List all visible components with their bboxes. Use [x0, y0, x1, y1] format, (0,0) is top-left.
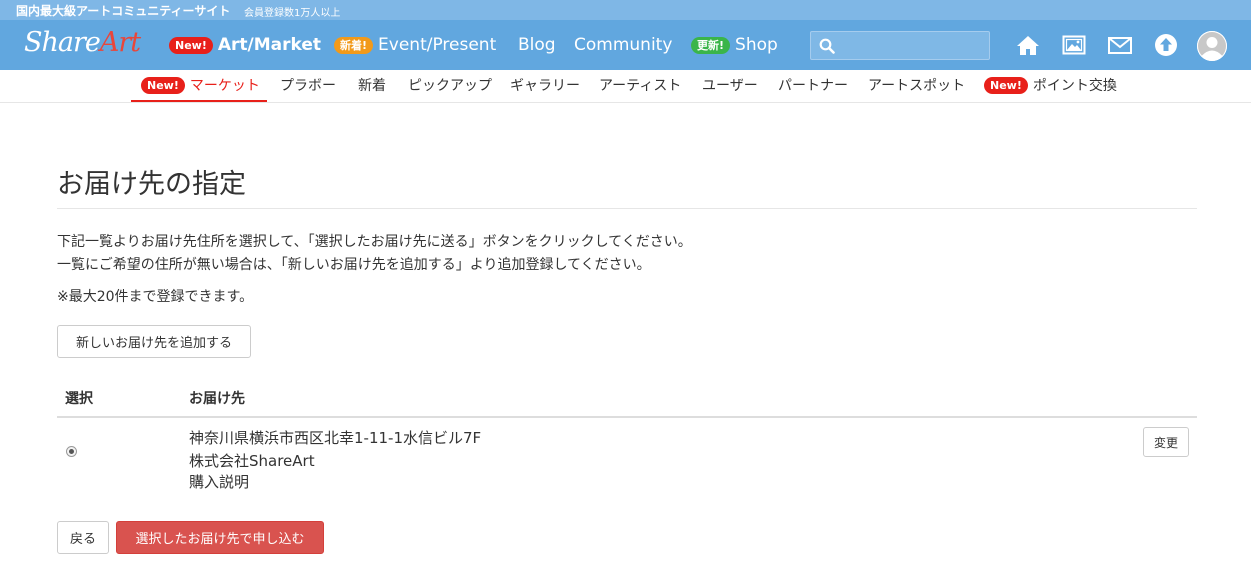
updated-badge: 更新!	[691, 36, 731, 54]
top-info-bar: 国内最大級アートコミュニティーサイト 会員登録数1万人以上	[0, 0, 1251, 20]
site-tagline: 国内最大級アートコミュニティーサイト	[16, 4, 231, 18]
new-badge: New!	[984, 76, 1028, 94]
nav-label: Event/Present	[378, 35, 497, 55]
add-address-button[interactable]: 新しいお届け先を追加する	[57, 325, 251, 358]
nav-art-market[interactable]: New! Art/Market	[169, 33, 321, 57]
mail-icon[interactable]	[1108, 37, 1132, 54]
nav-blog[interactable]: Blog	[518, 33, 556, 57]
search-input[interactable]	[810, 31, 990, 60]
subnav-label: ギャラリー	[510, 78, 580, 94]
sub-navigation: New! マーケット プラボー 新着 ピックアップ ギャラリー アーティスト ユ…	[0, 70, 1251, 103]
member-count: 会員登録数1万人以上	[244, 8, 341, 19]
subnav-new[interactable]: 新着	[358, 76, 386, 94]
subnav-market[interactable]: New! マーケット	[141, 76, 260, 94]
submit-selected-address-button[interactable]: 選択したお届け先で申し込む	[116, 521, 324, 554]
column-header-select: 選択	[65, 391, 93, 407]
subnav-label: プラボー	[280, 78, 336, 94]
nav-community[interactable]: Community	[574, 33, 672, 57]
subnav-pickup[interactable]: ピックアップ	[408, 76, 492, 94]
subnav-label: パートナー	[778, 78, 848, 94]
instruction-text-1: 下記一覧よりお届け先住所を選択して、「選択したお届け先に送る」ボタンをクリックし…	[57, 234, 692, 250]
address-company: 株式会社ShareArt	[189, 452, 315, 470]
home-icon[interactable]	[1016, 34, 1040, 56]
user-icon	[1197, 31, 1227, 61]
nav-label: Shop	[735, 35, 778, 55]
limit-note: ※最大20件まで登録できます。	[57, 289, 254, 305]
subnav-label: 新着	[358, 78, 386, 94]
new-badge: New!	[169, 36, 213, 54]
subnav-label: ピックアップ	[408, 78, 492, 94]
nav-shop[interactable]: 更新! Shop	[691, 33, 778, 57]
radio-selected-dot	[69, 449, 74, 454]
nav-event-present[interactable]: 新着! Event/Present	[334, 33, 496, 57]
subnav-gallery[interactable]: ギャラリー	[510, 76, 580, 94]
gallery-icon[interactable]	[1062, 34, 1086, 56]
nav-label: Art/Market	[217, 35, 322, 55]
table-header-divider	[57, 416, 1197, 418]
subnav-label: ユーザー	[702, 78, 758, 94]
nav-label: Community	[574, 35, 673, 55]
subnav-art-spot[interactable]: アートスポット	[868, 76, 965, 94]
address-line: 神奈川県横浜市西区北幸1-11-1水信ビル7F	[189, 429, 482, 447]
active-tab-underline	[131, 100, 267, 102]
subnav-bravo[interactable]: プラボー	[280, 76, 336, 94]
title-divider	[57, 208, 1197, 209]
subnav-label: ポイント交換	[1032, 78, 1117, 94]
subnav-user[interactable]: ユーザー	[702, 76, 758, 94]
subnav-point-exchange[interactable]: New! ポイント交換	[984, 76, 1117, 94]
page-title: お届け先の指定	[57, 169, 246, 200]
upload-icon[interactable]	[1154, 33, 1178, 57]
subnav-label: アートスポット	[868, 78, 966, 94]
new-badge: New!	[141, 76, 185, 94]
address-note: 購入説明	[189, 473, 250, 491]
subnav-partner[interactable]: パートナー	[778, 76, 848, 94]
site-logo[interactable]: ShareArt	[24, 27, 141, 58]
avatar[interactable]	[1197, 31, 1227, 61]
new-badge: 新着!	[334, 36, 374, 54]
subnav-label: マーケット	[189, 78, 260, 94]
column-header-address: お届け先	[189, 391, 245, 407]
address-radio[interactable]	[66, 446, 77, 457]
subnav-label: アーティスト	[599, 78, 682, 94]
main-header: ShareArt New! Art/Market 新着! Event/Prese…	[0, 20, 1251, 70]
edit-address-button[interactable]: 変更	[1143, 427, 1189, 457]
nav-label: Blog	[518, 35, 556, 55]
instruction-text-2: 一覧にご希望の住所が無い場合は、「新しいお届け先を追加する」より追加登録してくだ…	[57, 257, 651, 273]
back-button[interactable]: 戻る	[57, 521, 109, 554]
search-icon	[819, 38, 835, 54]
subnav-artist[interactable]: アーティスト	[599, 76, 681, 94]
